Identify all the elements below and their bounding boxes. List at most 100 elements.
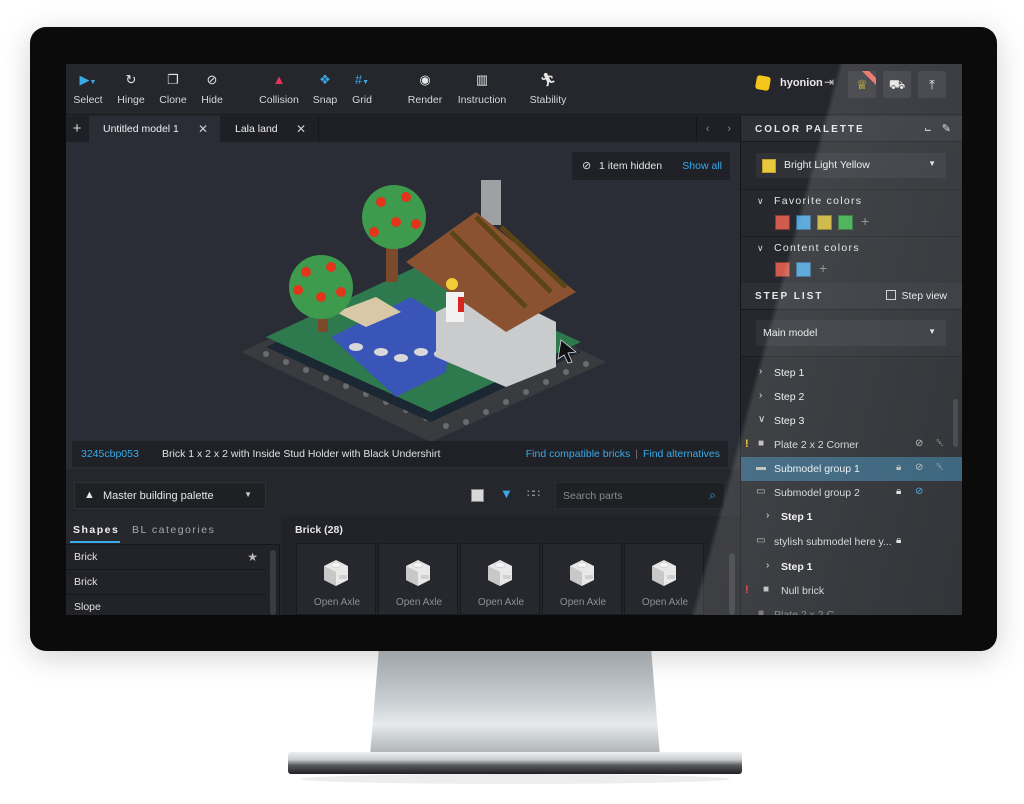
palette-select[interactable]: ▲ Master building palette ▼ <box>74 482 266 509</box>
scrollbar[interactable] <box>953 399 958 447</box>
chevron-right-icon[interactable]: › <box>727 123 731 135</box>
color-swatch[interactable] <box>817 215 832 230</box>
new-tab-button[interactable]: + <box>66 116 88 142</box>
selected-color-swatch <box>762 159 776 173</box>
shape-label: Brick <box>74 551 98 563</box>
color-view-toggle[interactable] <box>471 489 484 502</box>
group-row[interactable]: ▭ Submodel group 2 🔒︎ ⊘ <box>741 481 962 505</box>
brick-row[interactable]: ■ Plate 2 x 2 C... <box>741 603 962 615</box>
scrollbar[interactable] <box>270 550 276 615</box>
model-select[interactable]: Main model ▼ <box>756 320 946 346</box>
step-list-header: STEP LIST Step view <box>741 283 962 310</box>
show-all-link[interactable]: Show all <box>682 160 722 172</box>
paint-roller-icon[interactable]: ⨽ <box>925 122 931 135</box>
substep-row[interactable]: › Step 1 <box>741 505 962 529</box>
shape-item[interactable]: Brick ★ <box>66 545 266 570</box>
add-color-button[interactable]: + <box>861 213 869 229</box>
step-row[interactable]: › Step 1 <box>741 361 962 385</box>
eye-slash-icon[interactable]: ⊘ <box>915 438 923 449</box>
color-swatch[interactable] <box>796 215 811 230</box>
color-swatch[interactable] <box>775 262 790 277</box>
chevron-down-icon[interactable]: ∨ <box>758 414 765 425</box>
close-icon[interactable]: ✕ <box>198 116 208 142</box>
snap-icon: ❖ <box>319 72 331 87</box>
group-row-selected[interactable]: ▬ Submodel group 1 🔒︎ ⊘ ␡ <box>741 457 962 481</box>
upload-button[interactable]: ⤒ <box>918 71 946 98</box>
chevron-right-icon[interactable]: › <box>766 510 769 521</box>
scrollbar[interactable] <box>729 553 735 615</box>
step-label: Step 1 <box>774 367 805 379</box>
add-color-button[interactable]: + <box>819 260 827 276</box>
group-row[interactable]: ▭ stylish submodel here y... 🔒︎ <box>741 530 962 554</box>
tab-lala-land[interactable]: Lala land ✕ <box>221 116 319 142</box>
part-card[interactable]: Open Axle <box>542 543 622 615</box>
brick-icon: ■ <box>758 438 765 449</box>
tool-label: Hinge <box>117 94 145 106</box>
find-compatible-link[interactable]: Find compatible bricks <box>526 448 630 460</box>
lego-model-render[interactable] <box>236 172 611 447</box>
part-card[interactable]: Open Axle <box>460 543 540 615</box>
part-label: Open Axle <box>395 597 443 608</box>
brick-row[interactable]: ! ■ Plate 2 x 2 Corner ⊘ ␡ <box>741 433 962 457</box>
color-swatch[interactable] <box>838 215 853 230</box>
tab-untitled-model-1[interactable]: Untitled model 1 ✕ <box>89 116 220 142</box>
trophy-button[interactable]: ♕ <box>848 71 876 98</box>
eyedropper-icon[interactable]: ✎ <box>942 122 951 135</box>
shape-item[interactable]: Brick <box>66 570 266 595</box>
shape-label: Brick <box>74 576 98 588</box>
brick-thumbnail-icon <box>570 560 594 586</box>
group-label: Submodel group 2 <box>774 487 860 499</box>
trash-icon[interactable]: ␡ <box>936 438 944 449</box>
chevron-right-icon[interactable]: › <box>766 560 769 571</box>
chevron-right-icon[interactable]: › <box>759 366 762 377</box>
part-card[interactable]: Open Axle <box>296 543 376 615</box>
chevron-down-icon[interactable]: ∨ <box>757 196 764 207</box>
clone-icon: ❐ <box>167 72 179 87</box>
brick-row[interactable]: ! ■ Null brick <box>741 579 962 603</box>
username[interactable]: hyonion <box>780 77 823 89</box>
part-card[interactable]: Open Axle <box>378 543 458 615</box>
step-view-toggle[interactable]: Step view <box>886 290 947 302</box>
add-to-cart-button[interactable]: ⛟ <box>883 71 911 98</box>
render-tool[interactable]: ◉ Render <box>398 72 452 106</box>
color-select[interactable]: Bright Light Yellow ▼ <box>756 153 946 178</box>
step-label: Step 2 <box>774 391 805 403</box>
app-screen: ▶▼ Select ↻ Hinge ❐ Clone ⊘ Hide ▲ Colli… <box>66 64 962 615</box>
star-icon[interactable]: ★ <box>247 545 258 570</box>
tab-shapes[interactable]: Shapes <box>73 524 119 536</box>
3d-viewport[interactable]: ⊘ 1 item hidden Show all 3245cbp053 Bric… <box>66 142 740 469</box>
tool-label: Instruction <box>457 94 507 106</box>
grid-tool[interactable]: #▼ Grid <box>335 72 389 106</box>
hide-tool[interactable]: ⊘ Hide <box>185 72 239 106</box>
chevron-down-icon[interactable]: ∨ <box>757 243 764 254</box>
find-alternatives-link[interactable]: Find alternatives <box>643 448 720 460</box>
chevron-left-icon[interactable]: ‹ <box>706 123 710 135</box>
shape-item[interactable]: Slope <box>66 595 266 615</box>
eye-slash-icon[interactable]: ⊘ <box>915 462 923 473</box>
grid-view-icon[interactable]: ∷∷ <box>527 487 540 500</box>
search-input[interactable] <box>556 483 696 508</box>
tab-bl-categories[interactable]: BL categories <box>132 524 215 536</box>
search-icon[interactable]: ⌕ <box>709 488 716 503</box>
color-swatch[interactable] <box>775 215 790 230</box>
checkbox[interactable] <box>886 290 897 300</box>
lock-icon[interactable]: 🔒︎ <box>896 535 901 546</box>
user-avatar-icon[interactable] <box>754 74 772 92</box>
chevron-right-icon[interactable]: › <box>759 390 762 401</box>
eye-slash-icon[interactable]: ⊘ <box>915 486 923 497</box>
part-card[interactable]: Open Axle <box>624 543 704 615</box>
lock-icon[interactable]: 🔒︎ <box>896 462 901 473</box>
tab-bar: + Untitled model 1 ✕ Lala land ✕ ‹ › <box>66 116 740 142</box>
instruction-tool[interactable]: ▥ Instruction <box>455 72 509 106</box>
step-row[interactable]: ∨ Step 3 <box>741 409 962 433</box>
color-swatch[interactable] <box>796 262 811 277</box>
stability-tool[interactable]: 🏃︎ Stability <box>521 72 575 106</box>
close-icon[interactable]: ✕ <box>296 116 306 142</box>
step-row[interactable]: › Step 2 <box>741 385 962 409</box>
part-id-link[interactable]: 3245cbp053 <box>81 448 139 460</box>
logout-icon[interactable]: ⇥ <box>824 75 834 89</box>
lock-icon[interactable]: 🔒︎ <box>896 486 901 497</box>
trash-icon[interactable]: ␡ <box>936 462 944 473</box>
substep-row[interactable]: › Step 1 <box>741 555 962 579</box>
filter-icon[interactable]: ▼ <box>500 486 513 501</box>
